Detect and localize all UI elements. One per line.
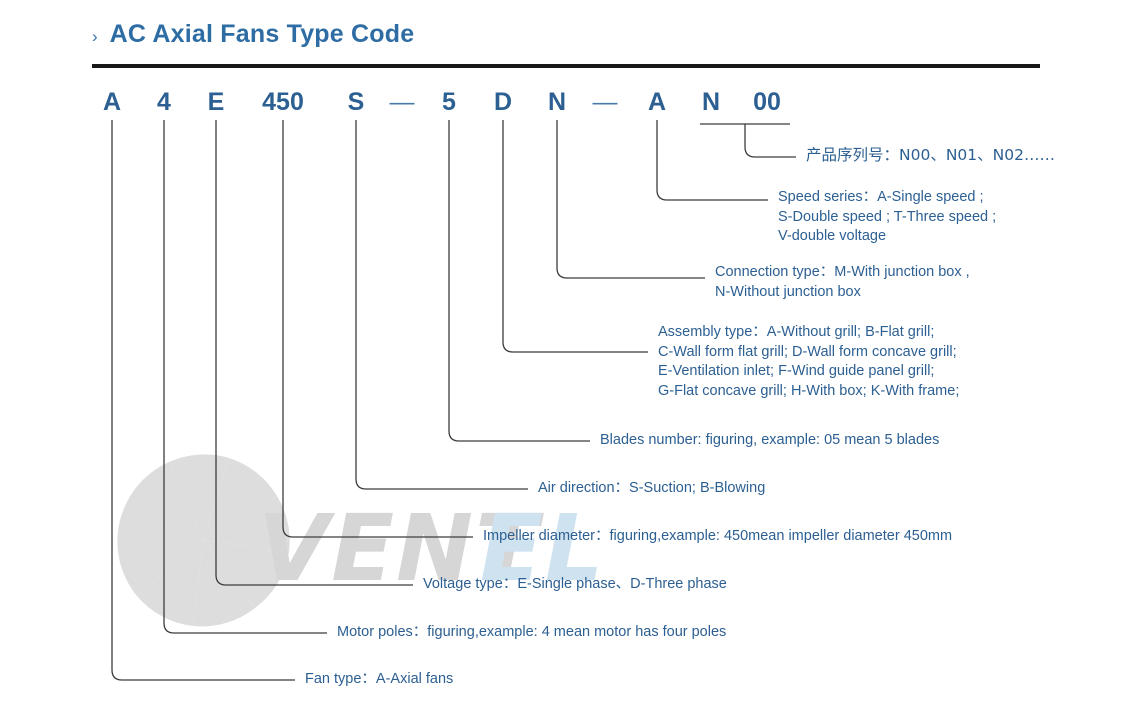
- annotation-motor-poles: Motor poles：figuring,example: 4 mean mot…: [337, 623, 726, 643]
- code-char-3: 450: [262, 88, 304, 116]
- annotation-line: V-double voltage: [778, 228, 887, 244]
- annotation-line: Speed series：A-Single speed ;: [778, 189, 984, 205]
- annotation-impeller-diameter: Impeller diameter：figuring,example: 450m…: [483, 527, 952, 547]
- leader-assembly-type: [502, 120, 648, 353]
- code-char-2: E: [207, 88, 225, 116]
- annotation-line: Voltage type：E-Single phase、D-Three phas…: [423, 576, 727, 592]
- leader-motor-poles: [163, 120, 327, 634]
- annotation-line: Fan type：A-Axial fans: [305, 671, 454, 687]
- annotation-voltage-type: Voltage type：E-Single phase、D-Three phas…: [423, 575, 727, 595]
- code-char-0: A: [102, 88, 122, 116]
- leader-impeller-diameter: [282, 120, 473, 538]
- annotation-connection-type: Connection type：M-With junction box , N-…: [715, 263, 970, 302]
- annotation-speed-series: Speed series：A-Single speed ; S-Double s…: [778, 188, 996, 247]
- code-char-9: —: [592, 88, 618, 116]
- annotation-line: Impeller diameter：figuring,example: 450m…: [483, 528, 953, 544]
- leader-serial-number: [744, 124, 796, 158]
- annotation-line: G-Flat concave grill; H-With box; K-With…: [658, 382, 960, 399]
- annotation-line: Connection type：M-With junction box ,: [715, 264, 970, 280]
- chevron-right-icon: ›: [92, 27, 98, 46]
- annotation-line: 产品序列号：N00、N01、N02……: [806, 146, 1055, 164]
- annotation-air-direction: Air direction：S-Suction; B-Blowing: [538, 479, 765, 499]
- annotation-line: S-Double speed ; T-Three speed ;: [778, 208, 997, 225]
- page-title-text: AC Axial Fans Type Code: [109, 20, 415, 48]
- code-char-5: —: [389, 88, 415, 116]
- annotation-line: N-Without junction box: [715, 283, 861, 300]
- leader-fan-type: [111, 120, 295, 681]
- annotation-serial-number: 产品序列号：N00、N01、N02……: [806, 146, 1055, 166]
- annotation-blades-number: Blades number: figuring, example: 05 mea…: [600, 431, 939, 451]
- leader-air-direction: [355, 120, 528, 490]
- code-char-8: N: [547, 88, 567, 116]
- leader-blades-number: [448, 120, 590, 442]
- annotation-line: Air direction：S-Suction; B-Blowing: [538, 480, 766, 496]
- code-char-7: D: [493, 88, 513, 116]
- code-char-6: 5: [442, 88, 456, 116]
- annotation-assembly-type: Assembly type：A-Without grill; B-Flat gr…: [658, 323, 959, 401]
- annotation-line: Blades number: figuring, example: 05 mea…: [600, 432, 940, 448]
- type-code-diagram: VENT EL › AC Axial Fans Type Code A 4 E: [0, 0, 1127, 711]
- code-char-11: N: [701, 88, 721, 116]
- leader-voltage-type: [215, 120, 413, 586]
- fan-blade-logo: [117, 454, 290, 627]
- code-char-1: 4: [157, 88, 171, 116]
- annotation-line: Motor poles：figuring,example: 4 mean mot…: [337, 624, 727, 640]
- title-divider: [92, 64, 1040, 68]
- page-title: › AC Axial Fans Type Code: [92, 20, 414, 49]
- code-char-10: A: [647, 88, 667, 116]
- annotation-line: C-Wall form flat grill; D-Wall form conc…: [658, 343, 957, 360]
- leader-connection-type: [556, 120, 705, 279]
- annotation-line: Assembly type：A-Without grill; B-Flat gr…: [658, 324, 935, 340]
- leader-speed-series: [656, 120, 768, 201]
- code-char-12: 00: [753, 88, 781, 116]
- annotation-fan-type: Fan type：A-Axial fans: [305, 670, 453, 690]
- code-char-4: S: [347, 88, 365, 116]
- annotation-line: E-Ventilation inlet; F-Wind guide panel …: [658, 363, 935, 379]
